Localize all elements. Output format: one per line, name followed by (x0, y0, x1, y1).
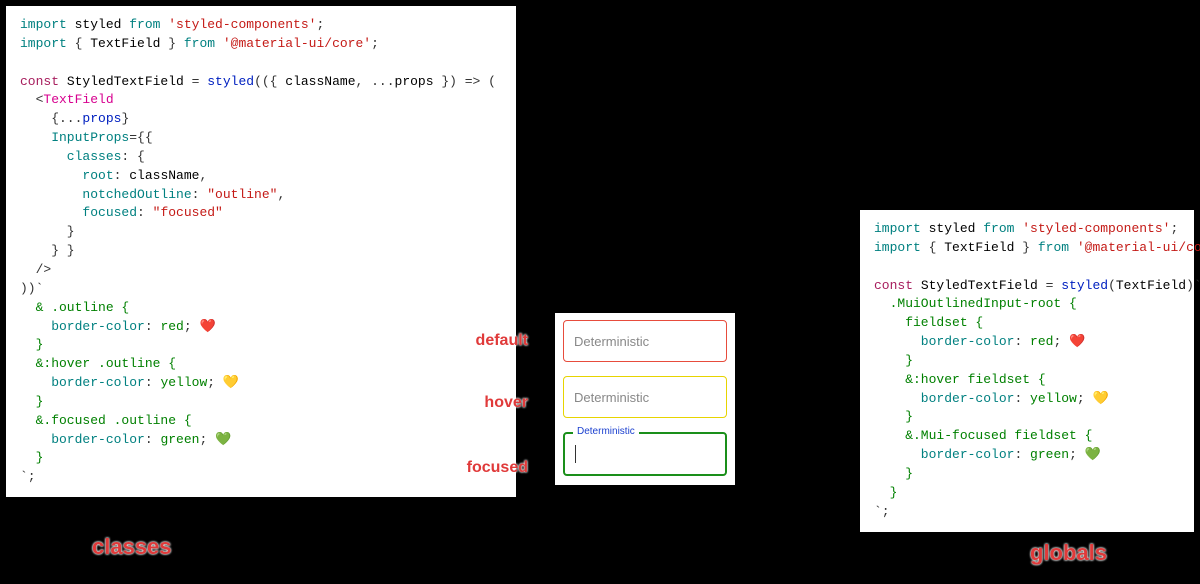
state-label-focused: focused (448, 459, 528, 477)
text-caret-icon (575, 445, 576, 463)
state-label-hover: hover (448, 394, 528, 412)
textfield-default[interactable]: Deterministic (563, 320, 727, 362)
code-panel-globals: import styled from 'styled-components'; … (860, 210, 1194, 532)
caption-classes: classes (92, 534, 172, 560)
caption-globals: globals (1030, 540, 1107, 566)
textfield-demo-column: Deterministic Deterministic Deterministi… (555, 313, 735, 485)
code-panel-classes: import styled from 'styled-components'; … (6, 6, 516, 497)
textfield-placeholder: Deterministic (574, 390, 649, 405)
textfield-floating-label: Deterministic (573, 426, 639, 437)
textfield-focused[interactable]: Deterministic (563, 432, 727, 476)
textfield-placeholder: Deterministic (574, 334, 649, 349)
textfield-hover[interactable]: Deterministic (563, 376, 727, 418)
state-label-default: default (448, 332, 528, 350)
